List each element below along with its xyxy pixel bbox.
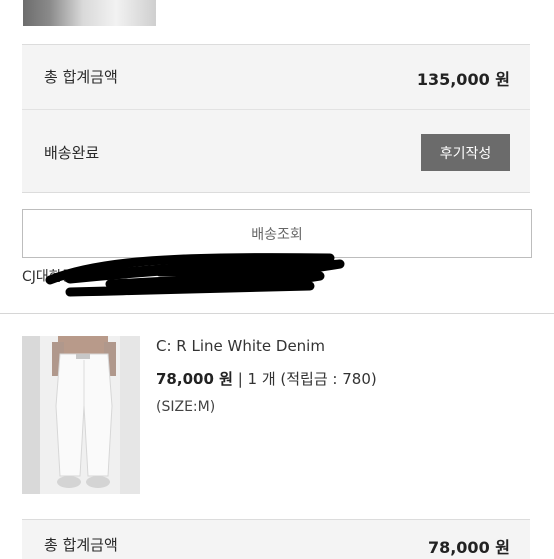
product-name[interactable]: C: R Line White Denim xyxy=(156,337,325,355)
order-total-panel: 총 합계금액 135,000 원 xyxy=(22,44,530,109)
previous-product-thumbnail xyxy=(23,0,156,26)
redaction-scribble xyxy=(45,253,345,297)
product-image[interactable] xyxy=(22,336,140,494)
section-divider xyxy=(0,313,554,314)
product-price-line: 78,000 원 | 1 개 (적립금 : 780) xyxy=(156,368,377,389)
order-total-label: 총 합계금액 xyxy=(44,68,118,86)
order-total-panel-2: 총 합계금액 78,000 원 xyxy=(22,519,530,559)
product-price: 78,000 원 xyxy=(156,370,233,388)
order-total-label-2: 총 합계금액 xyxy=(44,536,118,554)
product-quantity-points: | 1 개 (적립금 : 780) xyxy=(237,370,377,388)
delivery-status-label: 배송완료 xyxy=(44,144,100,162)
order-total-amount-2: 78,000 원 xyxy=(427,538,510,557)
product-size: (SIZE:M) xyxy=(156,399,216,415)
write-review-button[interactable]: 후기작성 xyxy=(421,134,510,171)
order-total-amount: 135,000 원 xyxy=(416,70,510,89)
